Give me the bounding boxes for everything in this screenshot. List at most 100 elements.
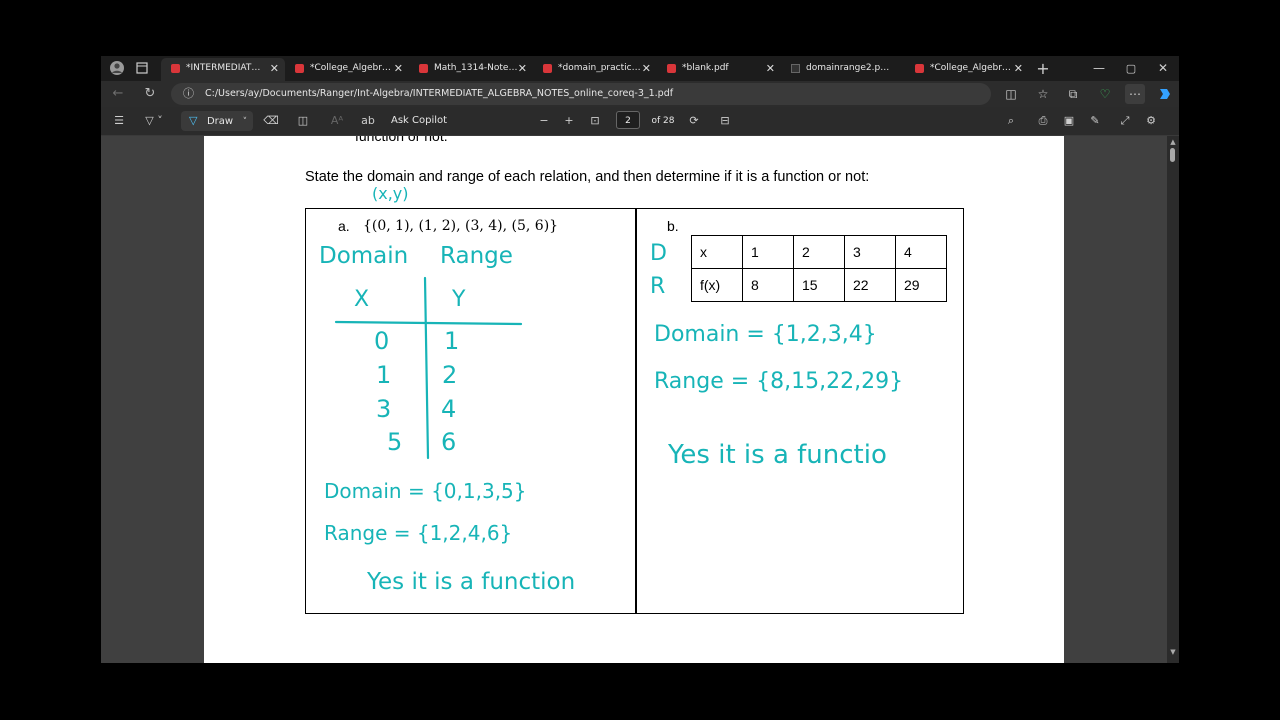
tab-actions-icon[interactable] xyxy=(131,56,153,81)
scroll-up-icon[interactable]: ▲ xyxy=(1167,138,1179,146)
new-tab-icon[interactable]: + xyxy=(1032,56,1054,81)
close-tab-icon[interactable]: ✕ xyxy=(642,58,651,79)
function-table: x 1 2 3 4 f(x) 8 15 22 29 xyxy=(691,235,947,302)
handwritten-xy: (x,y) xyxy=(372,184,409,203)
page-number-input[interactable]: 2 xyxy=(616,111,640,129)
tab-intermediate-algebra[interactable]: *INTERMEDIATE_ALG ✕ xyxy=(161,58,285,81)
close-tab-icon[interactable]: ✕ xyxy=(766,58,775,79)
back-icon[interactable]: ← xyxy=(107,83,129,105)
favorite-icon[interactable]: ☆ xyxy=(1033,84,1053,104)
instruction-text: State the domain and range of each relat… xyxy=(305,169,870,185)
handwritten-range-heading: Range xyxy=(440,243,513,269)
tab-domainrange2[interactable]: domainrange2.png xyxy=(781,58,905,81)
rotate-icon[interactable]: ⟳ xyxy=(684,111,704,131)
address-url[interactable]: C:/Users/ay/Documents/Ranger/Int-Algebra… xyxy=(205,83,673,105)
pdf-icon xyxy=(419,64,428,73)
pdf-page: function or not. State the domain and ra… xyxy=(204,136,1064,663)
address-row: ← ↻ ⓘ C:/Users/ay/Documents/Ranger/Int-A… xyxy=(101,81,1179,107)
text-box-icon[interactable]: ◫ xyxy=(293,111,313,131)
cut-off-text: function or not. xyxy=(355,136,448,144)
settings-gear-icon[interactable]: ⚙ xyxy=(1141,111,1161,131)
browser-window: *INTERMEDIATE_ALG ✕ *College_Algebra_N ✕… xyxy=(101,56,1179,663)
handwritten-a-range: Range = {1,2,4,6} xyxy=(324,521,513,545)
table-cell: 4 xyxy=(895,235,947,269)
chevron-down-icon: ˅ xyxy=(242,117,248,127)
table-cell: 15 xyxy=(793,268,845,302)
tab-label: *College_Algebra_N xyxy=(310,63,395,73)
minimize-icon[interactable]: — xyxy=(1088,56,1110,81)
more-icon[interactable]: ⋯ xyxy=(1125,84,1145,104)
table-row: x 1 2 3 4 xyxy=(691,235,947,269)
close-tab-icon[interactable]: ✕ xyxy=(1014,58,1023,79)
handwritten-y-col: Y xyxy=(452,287,466,312)
tab-label: Math_1314-Notes_U xyxy=(434,63,519,73)
pdf-icon xyxy=(667,64,676,73)
tab-label: *blank.pdf xyxy=(682,63,729,73)
table-cell: 29 xyxy=(895,268,947,302)
close-tab-icon[interactable]: ✕ xyxy=(518,58,527,79)
pdf-icon xyxy=(915,64,924,73)
refresh-icon[interactable]: ↻ xyxy=(139,83,161,105)
handwritten-domain-heading: Domain xyxy=(319,243,409,269)
zoom-out-icon[interactable]: − xyxy=(534,111,554,131)
zoom-in-icon[interactable]: + xyxy=(559,111,579,131)
page-view-icon[interactable]: ⊟ xyxy=(715,111,735,131)
pdf-icon xyxy=(543,64,552,73)
scrollbar[interactable] xyxy=(1167,136,1179,663)
tab-college-algebra-2[interactable]: *College_Algebra_N ✕ xyxy=(905,58,1029,81)
tab-blank[interactable]: *blank.pdf ✕ xyxy=(657,58,781,81)
tab-domain-practice[interactable]: *domain_practice.pd ✕ xyxy=(533,58,657,81)
table-cell: 1 xyxy=(742,235,794,269)
handwritten-b-conclusion: Yes it is a functio xyxy=(668,440,887,470)
tab-label: *College_Algebra_N xyxy=(930,63,1015,73)
ask-copilot-button[interactable]: Ask Copilot xyxy=(391,111,451,131)
maximize-icon[interactable]: ▢ xyxy=(1120,56,1142,81)
tab-label: *INTERMEDIATE_ALG xyxy=(186,63,266,73)
print-icon[interactable]: ⎙ xyxy=(1033,111,1053,131)
draw-button[interactable]: ▽ Draw ˅ xyxy=(181,111,253,131)
fullscreen-icon[interactable]: ⤢ xyxy=(1115,111,1135,131)
scroll-down-icon[interactable]: ▼ xyxy=(1167,648,1179,656)
read-aloud-icon[interactable]: Aᴬ xyxy=(327,111,347,131)
close-window-icon[interactable]: ✕ xyxy=(1152,56,1174,81)
table-cell: x xyxy=(691,235,743,269)
save-as-icon[interactable]: ✎ xyxy=(1085,111,1105,131)
table-divider xyxy=(635,209,637,613)
table-cell: 8 xyxy=(742,268,794,302)
handwritten-r-label: R xyxy=(650,274,666,299)
close-tab-icon[interactable]: ✕ xyxy=(270,58,279,79)
translate-icon[interactable]: ab xyxy=(358,111,378,131)
part-a-relation: {(0, 1), (1, 2), (3, 4), (5, 6)} xyxy=(363,218,559,234)
pdf-icon xyxy=(295,64,304,73)
tab-strip: *INTERMEDIATE_ALG ✕ *College_Algebra_N ✕… xyxy=(101,56,1179,81)
close-tab-icon[interactable]: ✕ xyxy=(394,58,403,79)
heart-icon[interactable]: ♡ xyxy=(1095,84,1115,104)
table-cell: 2 xyxy=(793,235,845,269)
profile-icon[interactable] xyxy=(106,56,128,81)
y-value: 4 xyxy=(441,395,457,423)
collections-icon[interactable]: ⧉ xyxy=(1063,84,1083,104)
scrollbar-thumb[interactable] xyxy=(1170,148,1175,162)
tab-math-1314[interactable]: Math_1314-Notes_U ✕ xyxy=(409,58,533,81)
image-icon xyxy=(791,64,800,73)
page-total: of 28 xyxy=(651,116,675,126)
table-cell: 22 xyxy=(844,268,896,302)
table-cell: f(x) xyxy=(691,268,743,302)
handwritten-b-range: Range = {8,15,22,29} xyxy=(654,369,904,394)
draw-label: Draw xyxy=(206,116,234,127)
contents-icon[interactable]: ☰ xyxy=(109,111,129,131)
tab-college-algebra[interactable]: *College_Algebra_N ✕ xyxy=(285,58,409,81)
y-value: 1 xyxy=(444,327,460,355)
eraser-icon[interactable]: ⌫ xyxy=(261,111,281,131)
copilot-icon[interactable] xyxy=(1155,84,1175,104)
tab-label: *domain_practice.pd xyxy=(558,63,643,73)
reader-icon[interactable]: ◫ xyxy=(1001,84,1021,104)
fit-page-icon[interactable]: ⊡ xyxy=(585,111,605,131)
save-icon[interactable]: ▣ xyxy=(1059,111,1079,131)
search-icon[interactable]: ⌕ xyxy=(1001,111,1021,131)
address-bar[interactable]: ⓘ C:/Users/ay/Documents/Ranger/Int-Algeb… xyxy=(171,83,991,105)
table-cell: 3 xyxy=(844,235,896,269)
x-value: 5 xyxy=(387,428,403,456)
part-a-label: a. xyxy=(338,218,350,234)
highlight-icon[interactable]: ▽ ˅ xyxy=(139,111,169,131)
